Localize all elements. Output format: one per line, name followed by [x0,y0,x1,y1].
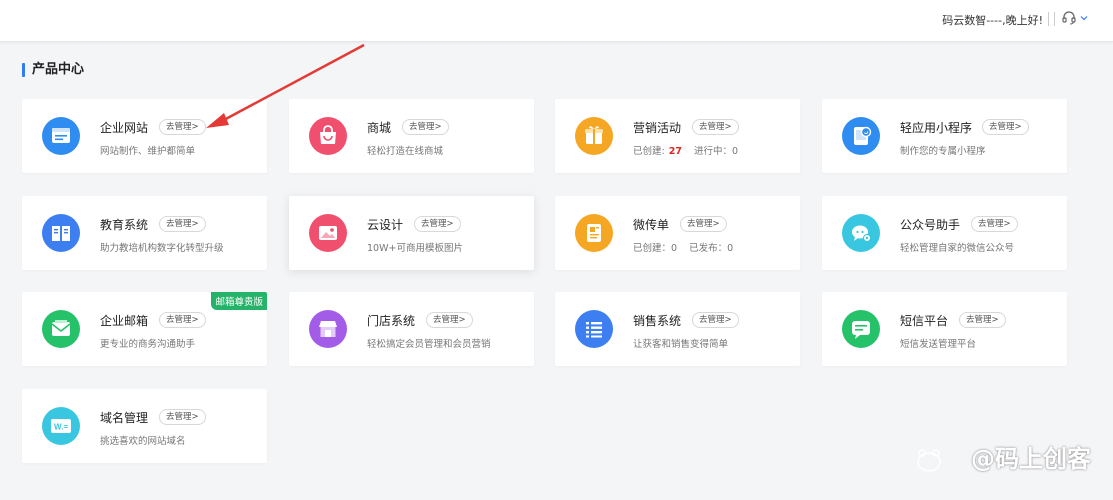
product-card-domain[interactable]: W.= 域名管理 去管理> 挑选喜欢的网站域名 [22,389,267,463]
card-title: 短信平台 [900,314,949,328]
store-icon [309,310,347,348]
chevron-down-icon[interactable] [1079,13,1089,23]
card-title: 微传单 [633,218,670,232]
card-title: 域名管理 [100,411,149,425]
card-title: 教育系统 [100,218,149,232]
svg-text:W.=: W.= [54,423,68,432]
divider [1054,12,1055,26]
mini-program-icon [842,117,880,155]
card-title: 企业网站 [100,121,149,135]
wechat-icon [842,214,880,252]
product-card-enterprise-mail[interactable]: 邮箱尊贵版 企业邮箱 去管理> 更专业的商务沟通助手 [22,292,267,366]
manage-button[interactable]: 去管理> [159,216,206,232]
image-icon [309,214,347,252]
product-card-sales[interactable]: 销售系统 去管理> 让获客和销售变得简单 [555,292,800,366]
card-title: 云设计 [367,218,404,232]
manage-button[interactable]: 去管理> [159,119,206,135]
card-description: 10W+可商用模板图片 [367,243,463,254]
mail-icon [42,310,80,348]
flyer-icon [575,214,613,252]
shopping-bag-icon [309,117,347,155]
card-description: 短信发送管理平台 [900,339,977,350]
watermark-logo-icon [917,449,941,472]
card-description: 网站制作、维护都简单 [100,146,196,157]
top-bar: 码云数智----,晚上好! [0,0,1113,42]
manage-button[interactable]: 去管理> [159,409,206,425]
manage-button[interactable]: 去管理> [959,312,1006,328]
card-title: 销售系统 [633,314,682,328]
product-card-mini-program[interactable]: 轻应用小程序 去管理> 制作您的专属小程序 [822,99,1067,173]
product-card-marketing[interactable]: 营销活动 去管理> 已创建: 27 进行中：0 [555,99,800,173]
book-icon [42,214,80,252]
card-title: 商城 [367,121,392,135]
gift-icon [575,117,613,155]
divider [1048,12,1049,26]
card-title: 轻应用小程序 [900,121,973,135]
product-card-website[interactable]: 企业网站 去管理> 网站制作、维护都简单 [22,99,267,173]
card-title: 企业邮箱 [100,314,149,328]
created-count: 27 [668,146,682,157]
manage-button[interactable]: 去管理> [402,119,449,135]
manage-button[interactable]: 去管理> [426,312,473,328]
card-description: 已创建: 27 进行中：0 [633,146,738,157]
card-description: 已创建：0 已发布：0 [633,243,734,254]
card-description: 制作您的专属小程序 [900,146,986,157]
manage-button[interactable]: 去管理> [414,216,461,232]
product-card-official-account[interactable]: 公众号助手 去管理> 轻松管理自家的微信公众号 [822,196,1067,270]
card-description: 轻松管理自家的微信公众号 [900,243,1015,254]
manage-button[interactable]: 去管理> [982,119,1029,135]
domain-icon: W.= [42,407,80,445]
sms-icon [842,310,880,348]
card-title: 门店系统 [367,314,416,328]
manage-button[interactable]: 去管理> [680,216,727,232]
product-card-sms[interactable]: 短信平台 去管理> 短信发送管理平台 [822,292,1067,366]
premium-badge: 邮箱尊贵版 [211,292,267,310]
card-description: 更专业的商务沟通助手 [100,339,196,350]
list-icon [575,310,613,348]
product-card-store[interactable]: 门店系统 去管理> 轻松搞定会员管理和会员营销 [289,292,534,366]
card-description: 助力教培机构数字化转型升级 [100,243,224,254]
card-title: 营销活动 [633,121,682,135]
product-card-education[interactable]: 教育系统 去管理> 助力教培机构数字化转型升级 [22,196,267,270]
user-greeting[interactable]: 码云数智----,晚上好! [942,12,1043,28]
card-description: 轻松搞定会员管理和会员营销 [367,339,491,350]
page-title: 产品中心 [22,62,84,78]
card-description: 轻松打造在线商城 [367,146,444,157]
card-title: 公众号助手 [900,218,961,232]
card-description: 挑选喜欢的网站域名 [100,436,186,447]
product-card-cloud-design[interactable]: 云设计 去管理> 10W+可商用模板图片 [289,196,534,270]
product-card-flyer[interactable]: 微传单 去管理> 已创建：0 已发布：0 [555,196,800,270]
card-description: 让获客和销售变得简单 [633,339,729,350]
product-card-mall[interactable]: 商城 去管理> 轻松打造在线商城 [289,99,534,173]
manage-button[interactable]: 去管理> [159,312,206,328]
manage-button[interactable]: 去管理> [692,119,739,135]
headset-icon[interactable] [1061,10,1077,26]
manage-button[interactable]: 去管理> [971,216,1018,232]
website-icon [42,117,80,155]
watermark-text: @码上创客 [971,445,1091,473]
manage-button[interactable]: 去管理> [692,312,739,328]
